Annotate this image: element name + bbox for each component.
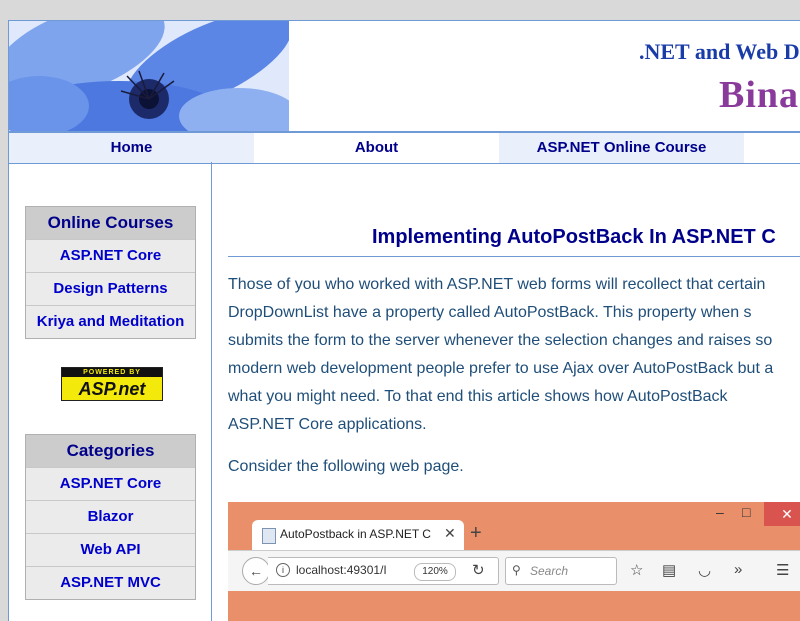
aspnet-logo-text: ASP.net [78, 379, 146, 399]
maximize-icon: □ [742, 504, 751, 520]
site-title: .NET and Web D [639, 39, 800, 64]
back-arrow-icon: ← [242, 557, 270, 585]
nav-aspnet-online-course[interactable]: ASP.NET Online Course [499, 133, 744, 163]
window-close-icon: ✕ [764, 502, 800, 526]
browser-screenshot-image: – □ ✕ AutoPostback in ASP.NET C ✕ + ← i … [228, 502, 800, 621]
paragraph-line: submits the form to the server whenever … [228, 332, 773, 349]
page: .NET and Web D Bina Home About ASP.NET O… [8, 20, 800, 621]
category-link-aspnet-mvc[interactable]: ASP.NET MVC [26, 566, 195, 599]
address-url: localhost:49301/I [296, 563, 387, 577]
info-icon: i [276, 563, 290, 577]
powered-by-badge[interactable]: POWERED BY ASP.net [61, 367, 163, 401]
menu-icon: ☰ [776, 562, 790, 579]
title-divider [228, 256, 800, 257]
powered-by-text: POWERED BY [62, 368, 162, 377]
category-link-aspnet-core[interactable]: ASP.NET Core [26, 467, 195, 500]
category-link-blazor[interactable]: Blazor [26, 500, 195, 533]
overflow-icon: » [734, 561, 743, 578]
article-paragraph: Those of you who worked with ASP.NET web… [228, 271, 800, 439]
categories-heading: Categories [26, 435, 195, 467]
nav-home[interactable]: Home [9, 133, 254, 163]
minimize-icon: – [716, 504, 724, 520]
reload-icon: ↻ [472, 562, 485, 579]
aspnet-logo: ASP.net [64, 378, 160, 400]
paragraph-line: DropDownList have a property called Auto… [228, 304, 752, 321]
site-banner: .NET and Web D Bina [9, 21, 800, 131]
paragraph-line: what you might need. To that end this ar… [228, 388, 728, 405]
page-icon [262, 528, 276, 544]
article-paragraph-2: Consider the following web page. [228, 458, 464, 475]
browser-tab: AutoPostback in ASP.NET C ✕ [252, 520, 464, 550]
sidebar: Online Courses ASP.NET Core Design Patte… [9, 162, 212, 621]
paragraph-line: modern web development people prefer to … [228, 360, 774, 377]
address-bar: i localhost:49301/I 120% ↻ [268, 557, 499, 585]
nav-about[interactable]: About [254, 133, 499, 163]
paragraph-line: ASP.NET Core applications. [228, 416, 427, 433]
article-title: Implementing AutoPostBack In ASP.NET C [372, 226, 776, 248]
tab-close-icon: ✕ [444, 525, 456, 541]
site-subtitle: Bina [719, 74, 800, 116]
zoom-badge: 120% [414, 563, 456, 581]
main-content: Implementing AutoPostBack In ASP.NET C T… [228, 162, 800, 621]
new-tab-icon: + [470, 522, 482, 544]
top-nav: Home About ASP.NET Online Course K [9, 131, 800, 164]
browser-tab-title: AutoPostback in ASP.NET C [280, 527, 431, 541]
pocket-icon: ◡ [698, 562, 712, 579]
browser-search-box: ⚲ Search [505, 557, 617, 585]
categories-box: Categories ASP.NET Core Blazor Web API A… [25, 434, 196, 600]
search-placeholder: Search [530, 564, 569, 578]
course-link-kriya-meditation[interactable]: Kriya and Meditation [26, 305, 195, 338]
search-icon: ⚲ [512, 563, 521, 577]
course-link-aspnet-core[interactable]: ASP.NET Core [26, 239, 195, 272]
course-link-design-patterns[interactable]: Design Patterns [26, 272, 195, 305]
nav-item-k[interactable]: K [744, 133, 800, 163]
star-icon: ☆ [630, 562, 644, 579]
paragraph-line: Those of you who worked with ASP.NET web… [228, 276, 766, 293]
flower-banner-image [9, 21, 289, 131]
online-courses-heading: Online Courses [26, 207, 195, 239]
browser-toolbar: ← i localhost:49301/I 120% ↻ ⚲ Search ☆ … [228, 550, 800, 591]
category-link-web-api[interactable]: Web API [26, 533, 195, 566]
online-courses-box: Online Courses ASP.NET Core Design Patte… [25, 206, 196, 339]
reading-list-icon: ▤ [662, 562, 677, 579]
